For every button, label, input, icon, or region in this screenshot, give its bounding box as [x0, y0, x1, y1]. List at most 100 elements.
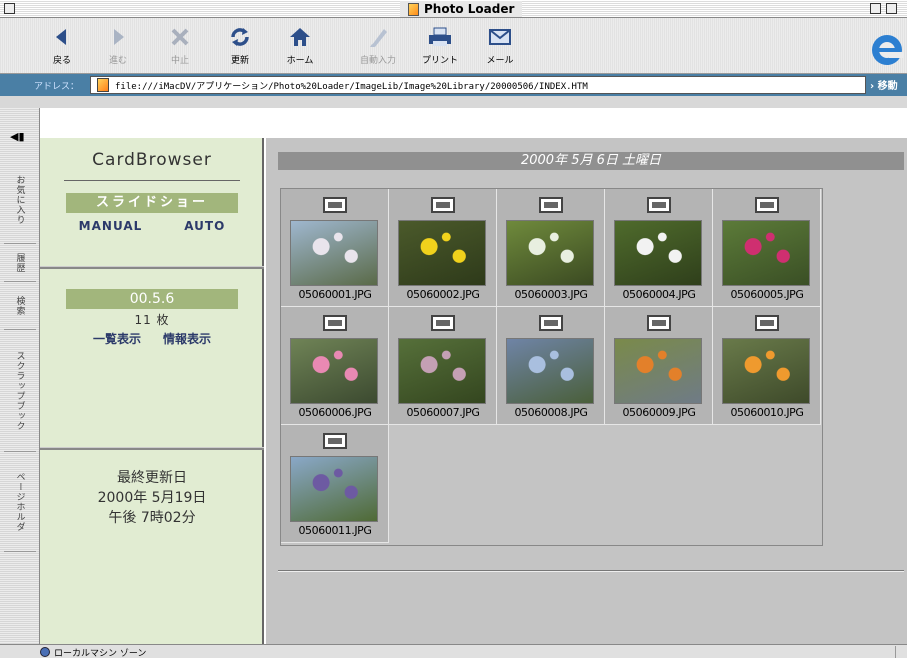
monitor-icon[interactable] — [323, 197, 347, 213]
auto-link[interactable]: AUTO — [184, 219, 225, 233]
forward-label: 進む — [108, 56, 127, 66]
content-divider — [278, 570, 904, 572]
photo-thumbnail[interactable] — [614, 220, 702, 286]
card-browser-header: CardBrowser スライドショー MANUAL AUTO — [40, 138, 264, 233]
collapse-arrow-icon[interactable]: ◀▮ — [10, 130, 25, 143]
tab-favorites[interactable]: お気に入り — [4, 156, 36, 244]
photo-thumbnail[interactable] — [722, 338, 810, 404]
photo-filename[interactable]: 05060008.JPG — [497, 406, 605, 419]
status-text: ローカルマシン ゾーン — [54, 649, 147, 658]
photo-filename[interactable]: 05060003.JPG — [497, 288, 605, 301]
close-box[interactable] — [4, 3, 15, 14]
monitor-icon[interactable] — [323, 315, 347, 331]
photo-cell[interactable]: 05060008.JPG — [497, 307, 605, 425]
photo-thumbnail[interactable] — [614, 338, 702, 404]
refresh-label: 更新 — [230, 56, 249, 66]
window-title-bar[interactable]: Photo Loader — [0, 0, 907, 18]
app-title: CardBrowser — [92, 150, 212, 170]
photo-thumbnail[interactable] — [290, 338, 378, 404]
photo-thumbnail[interactable] — [398, 220, 486, 286]
print-label: プリント — [421, 56, 458, 66]
last-updated-info: 最終更新日 2000年 5月19日 午後 7時02分 — [40, 450, 264, 528]
photo-filename[interactable]: 05060009.JPG — [605, 406, 713, 419]
window-title-text: Photo Loader — [424, 2, 515, 16]
photo-filename[interactable]: 05060004.JPG — [605, 288, 713, 301]
photo-cell[interactable]: 05060001.JPG — [281, 189, 389, 307]
stop-button[interactable]: 中止 — [152, 22, 208, 66]
photo-filename[interactable]: 05060007.JPG — [389, 406, 497, 419]
photo-index-content: 2000年 5月 6日 土曜日 05060001.JPG 05060002.JPG… — [266, 138, 907, 644]
photo-cell[interactable]: 05060010.JPG — [713, 307, 821, 425]
mail-button[interactable]: メール — [472, 22, 528, 66]
tab-search[interactable]: 検索 — [4, 282, 36, 330]
roll-info: 00.5.6 11 枚 一覧表示 情報表示 — [40, 269, 264, 347]
photo-thumbnail[interactable] — [506, 220, 594, 286]
photo-cell[interactable]: 05060004.JPG — [605, 189, 713, 307]
go-button[interactable]: › 移動 — [870, 77, 898, 92]
home-icon — [290, 28, 310, 46]
photo-thumbnail[interactable] — [722, 220, 810, 286]
refresh-icon — [231, 28, 249, 46]
photo-thumbnail[interactable] — [506, 338, 594, 404]
photo-cell[interactable]: 05060007.JPG — [389, 307, 497, 425]
info-view-link[interactable]: 情報表示 — [163, 330, 211, 347]
monitor-icon[interactable] — [647, 315, 671, 331]
tab-history-label: 履歴 — [14, 252, 25, 273]
photo-cell[interactable]: 05060003.JPG — [497, 189, 605, 307]
photo-thumbnail[interactable] — [398, 338, 486, 404]
title-divider — [64, 180, 240, 181]
photo-cell[interactable]: 05060006.JPG — [281, 307, 389, 425]
page-icon[interactable] — [97, 78, 109, 92]
monitor-icon[interactable] — [323, 433, 347, 449]
back-arrow-icon — [56, 29, 66, 45]
tab-scrapbook-label: スクラップブック — [14, 350, 25, 431]
autofill-icon — [370, 29, 387, 47]
stop-label: 中止 — [170, 56, 189, 66]
address-field[interactable]: file:///iMacDV/アプリケーション/Photo%20Loader/I… — [90, 76, 866, 94]
photo-filename[interactable]: 05060011.JPG — [281, 524, 389, 537]
zoom-box[interactable] — [870, 3, 881, 14]
monitor-icon[interactable] — [539, 315, 563, 331]
manual-link[interactable]: MANUAL — [79, 219, 143, 233]
autofill-button[interactable]: 自動入力 — [350, 22, 406, 66]
photo-cell[interactable]: 05060005.JPG — [713, 189, 821, 307]
go-label: 移動 — [877, 81, 898, 92]
resize-handle[interactable] — [895, 646, 905, 658]
forward-button[interactable]: 進む — [90, 22, 146, 66]
tab-history[interactable]: 履歴 — [4, 244, 36, 282]
slideshow-label: スライドショー — [66, 193, 238, 213]
mail-icon — [489, 29, 511, 45]
address-url[interactable]: file:///iMacDV/アプリケーション/Photo%20Loader/I… — [115, 79, 588, 92]
photo-thumbnail[interactable] — [290, 456, 378, 522]
status-bar: ローカルマシン ゾーン — [0, 644, 907, 658]
monitor-icon[interactable] — [431, 315, 455, 331]
refresh-button[interactable]: 更新 — [212, 22, 268, 66]
photo-filename[interactable]: 05060010.JPG — [713, 406, 821, 419]
list-view-link[interactable]: 一覧表示 — [93, 330, 141, 347]
tab-search-label: 検索 — [14, 295, 25, 316]
monitor-icon[interactable] — [647, 197, 671, 213]
last-updated-date: 2000年 5月19日 — [97, 490, 207, 506]
monitor-icon[interactable] — [431, 197, 455, 213]
window-title: Photo Loader — [400, 1, 523, 17]
home-button[interactable]: ホーム — [272, 22, 328, 66]
photo-filename[interactable]: 05060005.JPG — [713, 288, 821, 301]
photo-cell[interactable]: 05060009.JPG — [605, 307, 713, 425]
collapse-box[interactable] — [886, 3, 897, 14]
photo-cell[interactable]: 05060002.JPG — [389, 189, 497, 307]
last-updated-time: 午後 7時02分 — [108, 510, 196, 526]
photo-filename[interactable]: 05060002.JPG — [389, 288, 497, 301]
monitor-icon[interactable] — [755, 315, 779, 331]
print-button[interactable]: プリント — [412, 22, 468, 66]
monitor-icon[interactable] — [539, 197, 563, 213]
photo-filename[interactable]: 05060001.JPG — [281, 288, 389, 301]
photo-thumbnail[interactable] — [290, 220, 378, 286]
photo-filename[interactable]: 05060006.JPG — [281, 406, 389, 419]
photo-cell[interactable]: 05060011.JPG — [281, 425, 389, 543]
back-button[interactable]: 戻る — [34, 22, 90, 66]
card-browser-panel: CardBrowser スライドショー MANUAL AUTO 00.5.6 1… — [40, 138, 264, 644]
monitor-icon[interactable] — [755, 197, 779, 213]
tab-page-holder[interactable]: ページホルダ — [4, 452, 36, 552]
tab-scrapbook[interactable]: スクラップブック — [4, 330, 36, 452]
autofill-label: 自動入力 — [359, 56, 396, 66]
